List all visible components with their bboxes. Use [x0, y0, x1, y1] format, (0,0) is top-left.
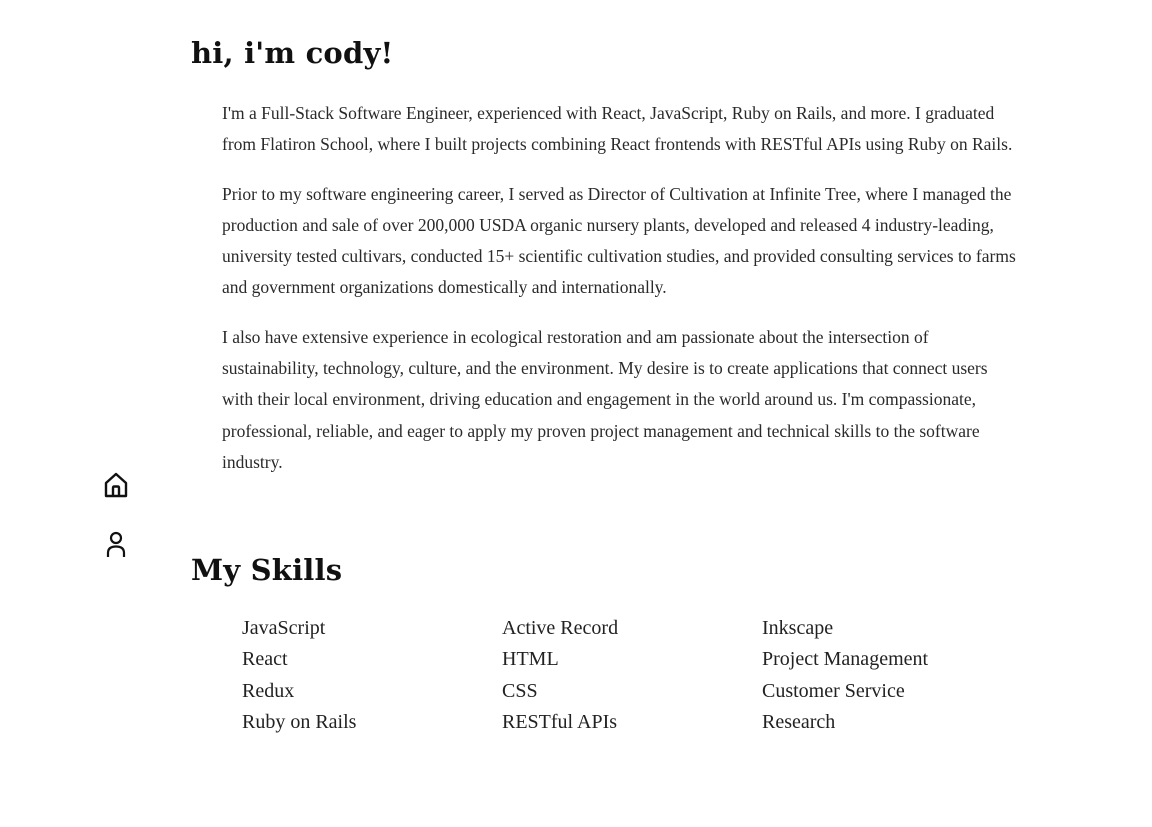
skill-item: Inkscape — [762, 617, 834, 639]
skills-heading: My Skills — [191, 553, 343, 587]
skills-column: Inkscape Project Management Customer Ser… — [762, 613, 1022, 738]
about-section: I'm a Full-Stack Software Engineer, expe… — [222, 98, 1022, 496]
about-paragraph: I'm a Full-Stack Software Engineer, expe… — [222, 103, 1013, 155]
about-paragraph: Prior to my software engineering career,… — [222, 183, 1016, 298]
skills-column: JavaScript React Redux Ruby on Rails — [242, 613, 502, 738]
intro-heading: hi, i'm cody! — [191, 36, 394, 70]
side-nav — [102, 470, 132, 588]
skill-item: JavaScript — [242, 617, 326, 639]
skill-item: Active Record — [502, 617, 619, 639]
skill-item: HTML — [502, 648, 559, 671]
skill-item: Project Management — [762, 648, 929, 671]
user-icon — [106, 531, 126, 557]
skill-item: Research — [762, 710, 836, 733]
nav-about-link[interactable] — [102, 529, 132, 561]
skills-grid: JavaScript React Redux Ruby on Rails Act… — [242, 613, 1022, 738]
skill-item: Redux — [242, 679, 295, 702]
page: hi, i'm cody! I'm a Full-Stack Software … — [0, 0, 1152, 827]
about-paragraph: I also have extensive experience in ecol… — [222, 326, 988, 472]
skills-column: Active Record HTML CSS RESTful APIs — [502, 613, 762, 738]
nav-home-link[interactable] — [102, 470, 132, 502]
skill-item: Ruby on Rails — [242, 710, 357, 733]
skill-item: Customer Service — [762, 679, 905, 702]
skill-item: React — [242, 648, 288, 671]
home-icon — [104, 472, 128, 498]
skill-item: RESTful APIs — [502, 710, 618, 733]
skill-item: CSS — [502, 679, 538, 702]
